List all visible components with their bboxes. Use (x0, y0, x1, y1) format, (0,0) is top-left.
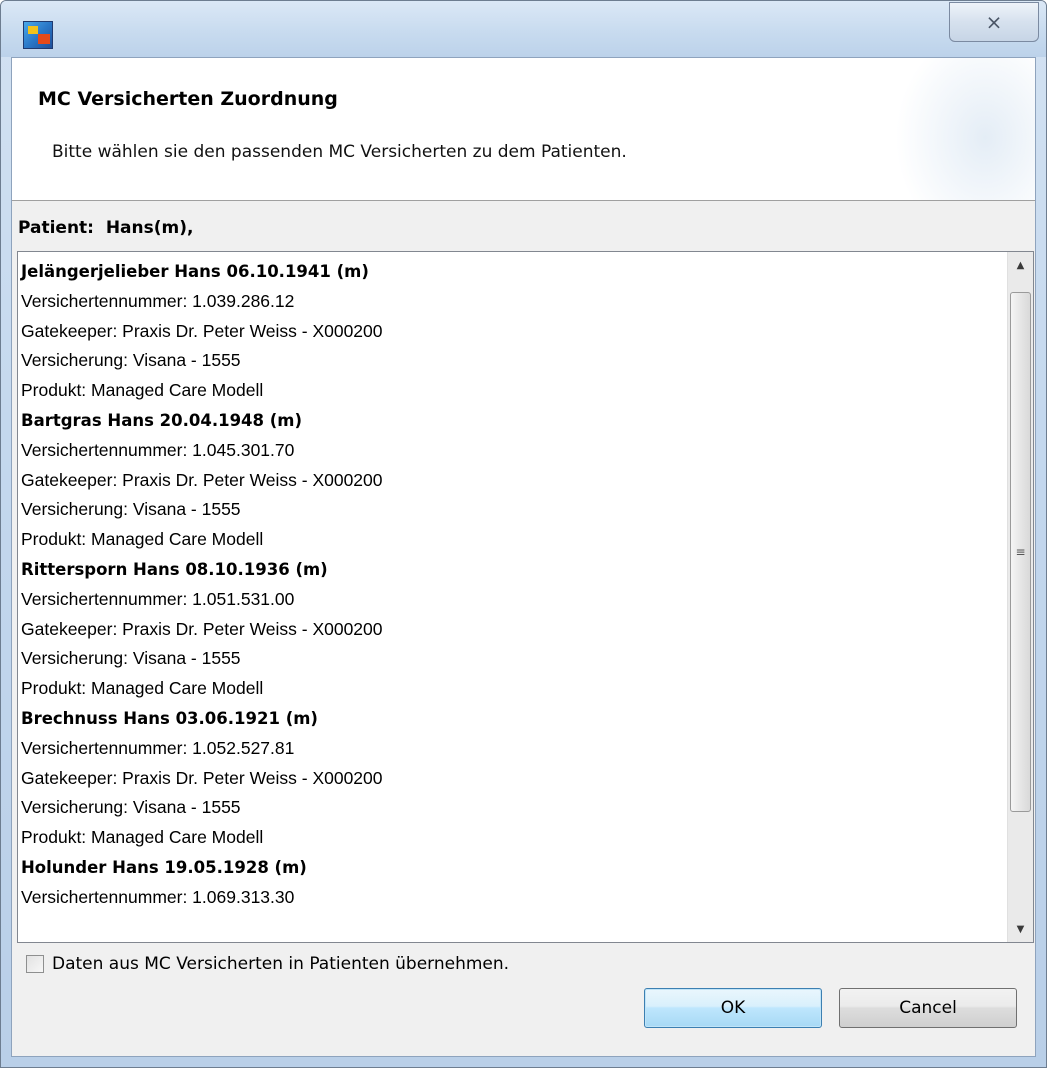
insured-entry-detail[interactable]: Produkt: Managed Care Modell (21, 376, 1006, 406)
insured-list-content: Jelängerjelieber Hans 06.10.1941 (m) Vers… (21, 257, 1006, 913)
ok-button[interactable]: OK (644, 988, 822, 1028)
insured-entry-detail[interactable]: Versichertennummer: 1.045.301.70 (21, 436, 1006, 466)
insured-entry-detail[interactable]: Versichertennummer: 1.051.531.00 (21, 585, 1006, 615)
copy-data-checkbox[interactable] (26, 955, 44, 973)
title-bar[interactable]: ⨯ (1, 1, 1046, 57)
copy-data-option[interactable]: Daten aus MC Versicherten in Patienten ü… (26, 951, 509, 977)
dialog-title: MC Versicherten Zuordnung (38, 88, 338, 110)
insured-entry-detail[interactable]: Gatekeeper: Praxis Dr. Peter Weiss - X00… (21, 764, 1006, 794)
insured-entry-detail[interactable]: Versichertennummer: 1.052.527.81 (21, 734, 1006, 764)
insured-entry-detail[interactable]: Versichertennummer: 1.069.313.30 (21, 883, 1006, 913)
scroll-down-arrow-icon[interactable]: ▼ (1008, 916, 1033, 942)
app-icon (23, 21, 53, 49)
insured-list[interactable]: Jelängerjelieber Hans 06.10.1941 (m) Vers… (17, 251, 1034, 943)
scroll-grip-icon: ≡ (1015, 545, 1026, 559)
title-banner: MC Versicherten Zuordnung Bitte wählen s… (12, 58, 1035, 201)
insured-entry-detail[interactable]: Produkt: Managed Care Modell (21, 674, 1006, 704)
insured-entry-header[interactable]: Brechnuss Hans 03.06.1921 (m) (21, 704, 1006, 734)
insured-entry-detail[interactable]: Versicherung: Visana - 1555 (21, 495, 1006, 525)
insured-entry-header[interactable]: Rittersporn Hans 08.10.1936 (m) (21, 555, 1006, 585)
insured-entry-detail[interactable]: Gatekeeper: Praxis Dr. Peter Weiss - X00… (21, 317, 1006, 347)
insured-entry-header[interactable]: Holunder Hans 19.05.1928 (m) (21, 853, 1006, 883)
patient-label: Patient: Hans(m), (18, 218, 194, 238)
insured-entry-detail[interactable]: Produkt: Managed Care Modell (21, 525, 1006, 555)
insured-entry-detail[interactable]: Gatekeeper: Praxis Dr. Peter Weiss - X00… (21, 615, 1006, 645)
insured-entry-detail[interactable]: Versicherung: Visana - 1555 (21, 644, 1006, 674)
vertical-scrollbar[interactable]: ▲ ≡ ▼ (1007, 252, 1033, 942)
dialog-message: Bitte wählen sie den passenden MC Versic… (52, 142, 627, 162)
cancel-button[interactable]: Cancel (839, 988, 1017, 1028)
insured-entry-detail[interactable]: Produkt: Managed Care Modell (21, 823, 1006, 853)
insured-entry-detail[interactable]: Gatekeeper: Praxis Dr. Peter Weiss - X00… (21, 466, 1006, 496)
close-button[interactable]: ⨯ (949, 2, 1039, 42)
dialog-window: ⨯ MC Versicherten Zuordnung Bitte wählen… (0, 0, 1047, 1068)
insured-entry-header[interactable]: Jelängerjelieber Hans 06.10.1941 (m) (21, 257, 1006, 287)
scroll-thumb[interactable]: ≡ (1010, 292, 1031, 812)
scroll-up-arrow-icon[interactable]: ▲ (1008, 252, 1033, 278)
copy-data-label: Daten aus MC Versicherten in Patienten ü… (52, 954, 510, 974)
insured-entry-detail[interactable]: Versicherung: Visana - 1555 (21, 346, 1006, 376)
close-icon: ⨯ (985, 10, 1003, 34)
dialog-client-area: MC Versicherten Zuordnung Bitte wählen s… (11, 57, 1036, 1057)
insured-entry-header[interactable]: Bartgras Hans 20.04.1948 (m) (21, 406, 1006, 436)
insured-entry-detail[interactable]: Versicherung: Visana - 1555 (21, 793, 1006, 823)
insured-entry-detail[interactable]: Versichertennummer: 1.039.286.12 (21, 287, 1006, 317)
